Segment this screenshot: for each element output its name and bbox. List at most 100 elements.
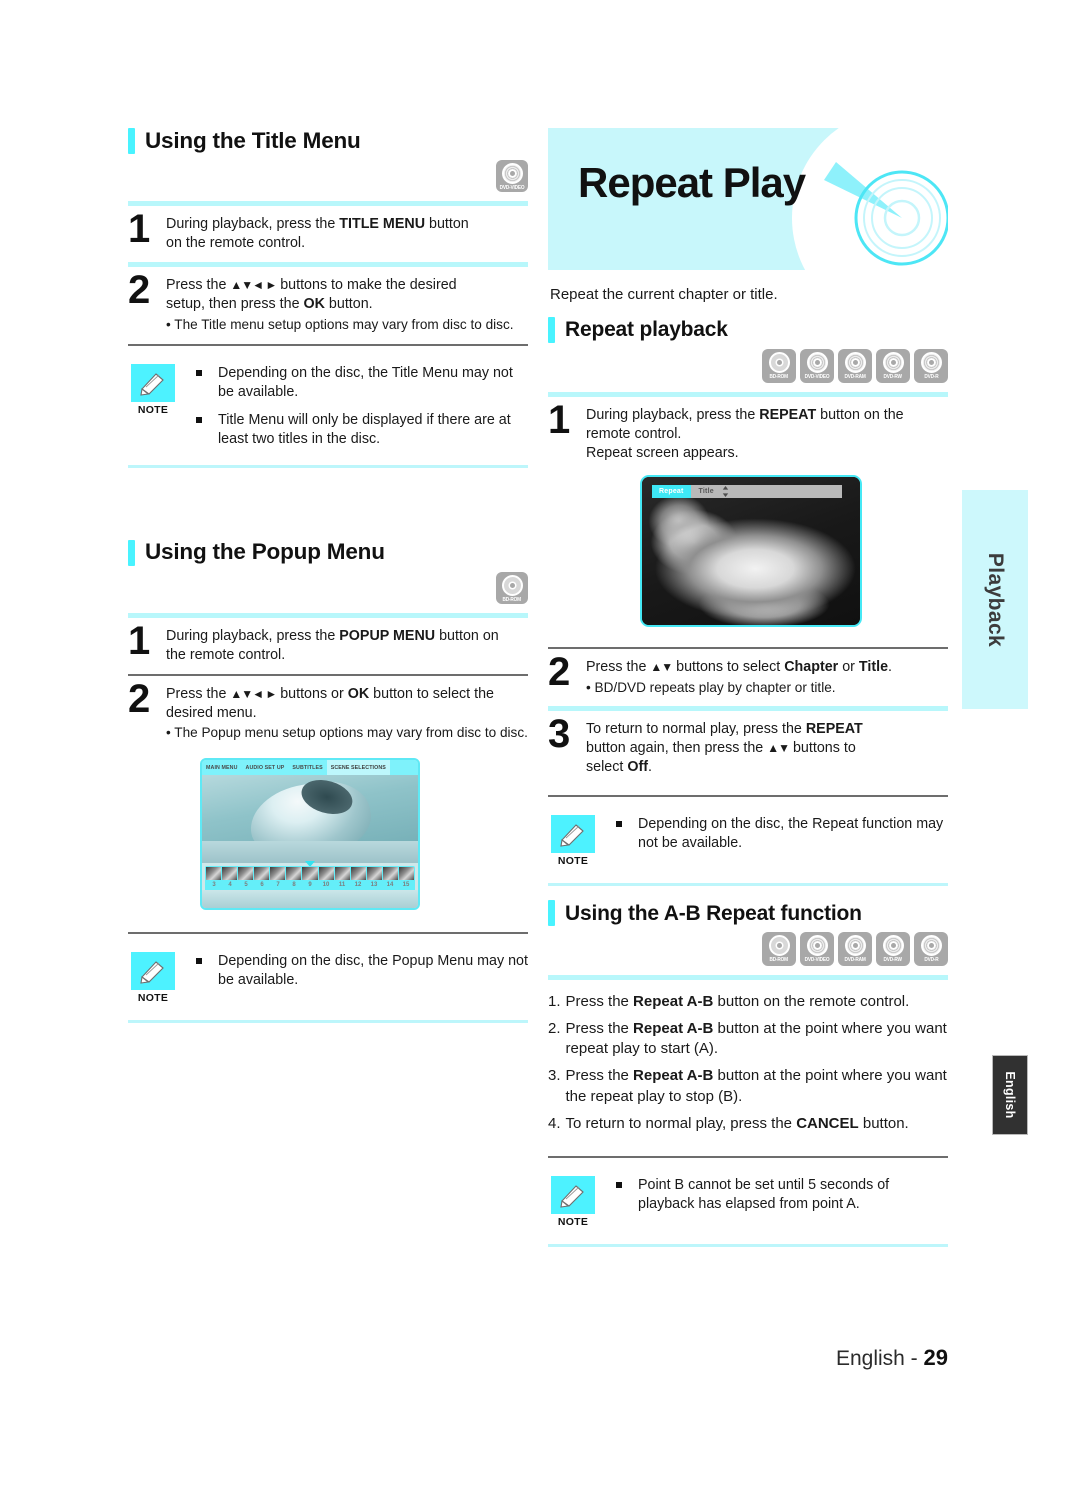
thumbnail[interactable]: [366, 867, 382, 881]
divider: [548, 647, 948, 650]
chapter-number[interactable]: 15: [398, 882, 414, 888]
disc-badge-label: DVD-VIDEO: [804, 957, 830, 964]
chapter-number[interactable]: 8: [286, 882, 302, 888]
popup-menu-tabbar: MAIN MENU AUDIO SET UP SUBTITLES SCENE S…: [202, 760, 418, 776]
step-text-line3-pre: select: [586, 759, 628, 776]
divider: [548, 705, 948, 711]
step-text-pre: Press the: [166, 686, 231, 703]
tab-main-menu[interactable]: MAIN MENU: [202, 765, 242, 771]
step-number: 3: [548, 711, 570, 756]
note-item: Depending on the disc, the Repeat functi…: [612, 815, 948, 853]
step-number: 1: [128, 207, 150, 251]
step-text-bold: TITLE MENU: [339, 216, 426, 232]
divider: [548, 1155, 948, 1158]
note-box-popup-menu: NOTE Depending on the disc, the Popup Me…: [128, 932, 528, 1024]
repeat-playback-heading-row: Repeat playback: [548, 317, 948, 343]
step-number: 1: [128, 618, 150, 663]
disc-waves-icon: [844, 352, 866, 373]
disc-badge-dvd-video: DVD-VIDEO: [800, 349, 834, 383]
step-text-mid2: or: [838, 659, 859, 676]
step-item: 1 During playback, press the POPUP MENU …: [128, 618, 528, 665]
disc-plain-icon: [501, 574, 523, 596]
cyan-accent-bar: [128, 128, 135, 154]
chapter-thumbnail-strip[interactable]: 3 4 5 6 7 8 9 10 11 12 13 14 15: [205, 866, 415, 893]
tab-audio-set-up[interactable]: AUDIO SET UP: [242, 765, 289, 771]
chapter-number[interactable]: 9: [302, 882, 318, 888]
disc-badge-dvd-video: DVD-VIDEO: [800, 932, 834, 967]
cyan-accent-bar: [548, 317, 555, 343]
section-title-menu: Using the Title Menu DVD-VIDEO 1 During …: [128, 128, 528, 468]
chapter-number[interactable]: 3: [206, 882, 222, 888]
step-text-line2-post: button.: [324, 296, 373, 313]
chapter-number[interactable]: 11: [334, 882, 350, 888]
note-item: Depending on the disc, the Popup Menu ma…: [192, 952, 528, 990]
list-text-post: button on the remote control.: [713, 993, 910, 1011]
step-text-bold: POPUP MENU: [339, 627, 436, 644]
list-item-number: 1.: [548, 993, 561, 1011]
list-text-bold: Repeat A-B: [633, 1020, 714, 1038]
photo-background: [202, 840, 418, 864]
osd-value-label[interactable]: Title: [691, 488, 722, 495]
step-text-pre: During playback, press the: [166, 216, 340, 232]
disc-waves-icon: [920, 352, 942, 373]
list-text-bold: Repeat A-B: [633, 1067, 714, 1085]
thumbnail[interactable]: [270, 867, 286, 881]
divider: [128, 343, 528, 346]
chapter-number[interactable]: 14: [382, 882, 398, 888]
section-popup-menu: Using the Popup Menu BD-ROM 1 During pla…: [128, 540, 528, 1024]
up-down-arrows-icon[interactable]: [722, 486, 729, 498]
note-list: Depending on the disc, the Repeat functi…: [612, 815, 948, 853]
step-text-line2: the remote control.: [166, 646, 286, 663]
disc-badge-label: DVD-R: [923, 374, 939, 380]
chapter-number[interactable]: 10: [318, 882, 334, 888]
tab-scene-selections[interactable]: SCENE SELECTIONS: [326, 760, 390, 776]
note-list: Depending on the disc, the Title Menu ma…: [192, 364, 528, 449]
thumbnail[interactable]: [302, 867, 318, 881]
note-badge: NOTE: [128, 952, 178, 1004]
thumbnail[interactable]: [286, 867, 302, 881]
step-item: 3 To return to normal play, press the RE…: [548, 711, 948, 777]
thumbnail[interactable]: [238, 867, 254, 881]
divider: [548, 1243, 948, 1247]
thumbnail[interactable]: [350, 867, 366, 881]
step-text: During playback, press the REPEAT button…: [586, 406, 948, 463]
note-item: Depending on the disc, the Title Menu ma…: [192, 364, 528, 402]
tab-subtitles[interactable]: SUBTITLES: [288, 765, 326, 771]
disc-illustration: [784, 128, 948, 270]
cyan-accent-bar: [128, 539, 135, 566]
thumbnail[interactable]: [206, 867, 222, 881]
disc-waves-icon: [844, 935, 866, 957]
step-text-bold2: Title: [858, 659, 889, 676]
disc-waves-icon: [882, 935, 904, 957]
thumbnail[interactable]: [222, 867, 238, 881]
cyan-accent-bar: [548, 900, 555, 927]
chapter-number[interactable]: 13: [366, 882, 382, 888]
chapter-number[interactable]: 6: [254, 882, 270, 888]
step-text-mid: buttons or: [276, 686, 348, 703]
disc-badge-label: DVD-R: [923, 957, 939, 964]
chapter-number[interactable]: 4: [222, 882, 238, 888]
chapter-number[interactable]: 5: [238, 882, 254, 888]
thumbnail[interactable]: [334, 867, 350, 881]
pencil-icon: [551, 815, 595, 854]
disc-badge-label: DVD-RW: [883, 957, 903, 964]
divider: [128, 262, 528, 268]
note-item: Point B cannot be set until 5 seconds of…: [612, 1176, 948, 1214]
divider: [128, 932, 528, 935]
step-text-post: button: [425, 216, 469, 232]
chapter-number[interactable]: 7: [270, 882, 286, 888]
chapter-number[interactable]: 12: [350, 882, 366, 888]
step-text-post: .: [888, 659, 893, 676]
side-tab-english-label: English: [1003, 1071, 1017, 1119]
side-tab-playback: Playback: [962, 490, 1028, 709]
thumbnail[interactable]: [254, 867, 270, 881]
thumbnail[interactable]: [382, 867, 398, 881]
thumbnail[interactable]: [398, 867, 415, 881]
thumbnail[interactable]: [318, 867, 334, 881]
disc-badge-label: DVD-VIDEO: [804, 374, 830, 380]
section-ab-repeat: Using the A-B Repeat function BD-ROM DVD…: [548, 900, 948, 1247]
page-footer: English - 29: [548, 1345, 948, 1371]
list-text-pre: Press the: [565, 993, 634, 1011]
note-badge: NOTE: [548, 1175, 598, 1228]
disc-badge-dvd-rw: DVD-RW: [876, 349, 910, 383]
